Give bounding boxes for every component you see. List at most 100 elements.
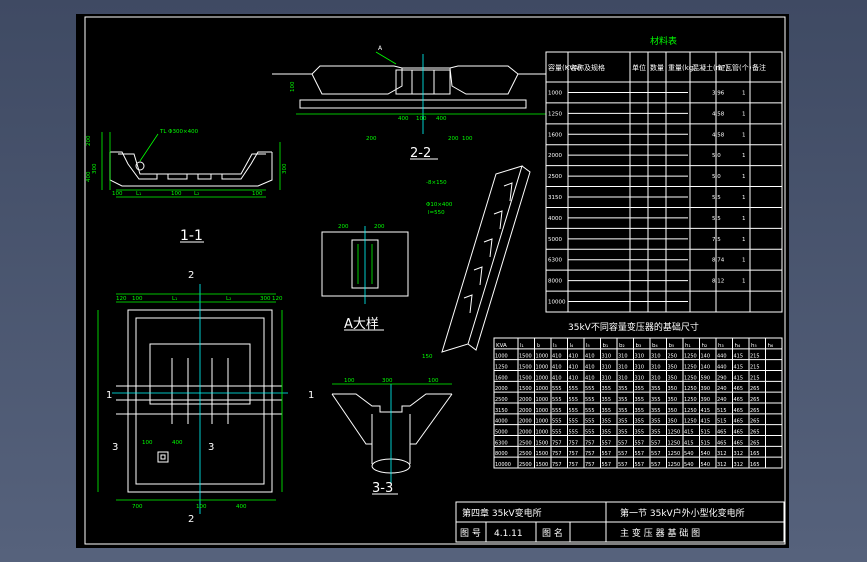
table-cell-pipe: 1 [742,90,746,96]
table-cell: 1000 [536,354,549,360]
table-cell: 1000 [495,354,508,360]
table-cell: 1250 [684,365,697,371]
table-cell: 555 [585,386,595,392]
section-3-3-view: 100 300 100 3-3 [331,378,453,496]
table-cell: 757 [569,440,579,446]
table-cell: 310 [602,354,612,360]
table-cell-pipe: 1 [742,237,746,243]
table-cell: 265 [750,419,760,425]
table-cell: 355 [635,430,645,436]
table-cell: 310 [618,354,628,360]
dim-label: 100 [196,504,207,510]
table-cell: 2000 [519,430,532,436]
section-2-2-view: A 400 100 400 200 200 100 100 2-2 [272,45,546,161]
table-header-cell: h₃ [718,343,724,349]
table-cell: 465 [734,419,744,425]
table-cell: 415 [701,419,711,425]
drawing-no: 4.1.11 [494,529,523,539]
table-cell: 555 [552,397,562,403]
table-cell: 355 [651,386,661,392]
table-cell-kva: 5000 [548,237,562,243]
table-cell: 1000 [536,430,549,436]
dim-label: 100 [112,191,123,197]
table-cell: 555 [552,430,562,436]
dim-label: L₁ [172,296,177,302]
mark-a-label: A [378,45,383,52]
table-cell: 240 [717,397,727,403]
table-header-cell: l₂ [537,343,541,349]
drawing-canvas: TL Φ300×400 100 L₁ 100 L₂ 100 200 400 30… [84,16,786,545]
table-cell-kva: 10000 [548,300,566,306]
dim-label: 300 [92,163,98,174]
table-cell: 1000 [536,375,549,381]
table-cell-concrete: 8.74 [712,258,725,264]
table-cell: 355 [602,408,612,414]
table-header-cell: b₂ [619,343,625,349]
table-cell: 290 [717,375,727,381]
table-cell: 390 [701,386,711,392]
table-cell: 757 [569,462,579,468]
table-cell: 1250 [668,462,681,468]
table-cell: 350 [668,375,678,381]
rebar-isometric-view: -8×150 Φ10×400 l=550 150 [422,165,531,360]
table-cell: 557 [602,440,612,446]
table-cell: 515 [717,408,727,414]
table-cell: 410 [552,354,562,360]
material-table-title: 材料表 [650,35,677,47]
table-cell: 355 [635,386,645,392]
cad-viewport[interactable]: TL Φ300×400 100 L₁ 100 L₂ 100 200 400 30… [0,0,867,562]
table-header-cell: 备注 [752,63,766,72]
table-header-cell: KVA [496,343,507,349]
table-cell-pipe: 1 [742,279,746,285]
dim-label: 200 [86,135,92,146]
detail-a-title: A大样 [344,317,379,332]
table-cell: 355 [618,397,628,403]
table-cell: 355 [651,430,661,436]
table-cell: 557 [635,462,645,468]
dim-label: 100 [416,116,427,122]
title-block: 第四章 35kV变电所 第一节 35kV户外小型化变电所 图 号 4.1.11 … [455,501,785,543]
table-cell: 3150 [495,408,508,414]
table-cell: 310 [651,365,661,371]
table-cell-kva: 1250 [548,111,562,117]
dim-label: 150 [422,354,433,360]
dim-label: 100 [132,296,143,302]
plan-view: 120 100 L₁ L₂ 300 120 700 100 400 100 40… [97,270,314,525]
table-cell: 515 [701,440,711,446]
table-cell: 355 [651,408,661,414]
section-mark-2-top: 2 [188,270,194,281]
table-cell: 312 [717,451,727,457]
table-header-cell: h₆ [768,343,774,349]
table-cell-pipe: 1 [742,132,746,138]
table-cell: 757 [552,440,562,446]
table-cell: 465 [717,440,727,446]
table-cell: 265 [750,386,760,392]
table-cell: 312 [734,451,744,457]
drawing-sheet: TL Φ300×400 100 L₁ 100 L₂ 100 200 400 30… [76,14,789,548]
table-cell: 557 [651,462,661,468]
table-cell: 557 [602,462,612,468]
material-table: 材料表 容量(KVA)名称及规格 单位 数量 重量(kg)混凝土(m³)缸瓦管(个) 备… [545,35,783,313]
table-cell: 355 [635,397,645,403]
table-cell: 355 [635,419,645,425]
dim-label: 120 [116,296,127,302]
table-cell: 555 [569,419,579,425]
dim-label: 300 [282,163,288,174]
table-cell: 2000 [519,397,532,403]
table-cell: 465 [734,440,744,446]
table-cell: 1250 [684,375,697,381]
table-cell: 215 [750,354,760,360]
table-header-cell: 单位 [632,63,646,72]
table-cell-concrete: 7.5 [712,237,721,243]
table-cell-pipe: 1 [742,195,746,201]
table-header-cell: b₄ [652,343,658,349]
table-cell: 355 [618,408,628,414]
table-cell: 555 [585,408,595,414]
table-cell: 410 [585,365,595,371]
table-header-cell: l₃ [553,343,557,349]
table-cell: 1250 [684,354,697,360]
table-cell-concrete: 3.96 [712,90,725,96]
table-cell: 557 [651,451,661,457]
table-cell-kva: 4000 [548,216,562,222]
table-cell: 4000 [495,419,508,425]
